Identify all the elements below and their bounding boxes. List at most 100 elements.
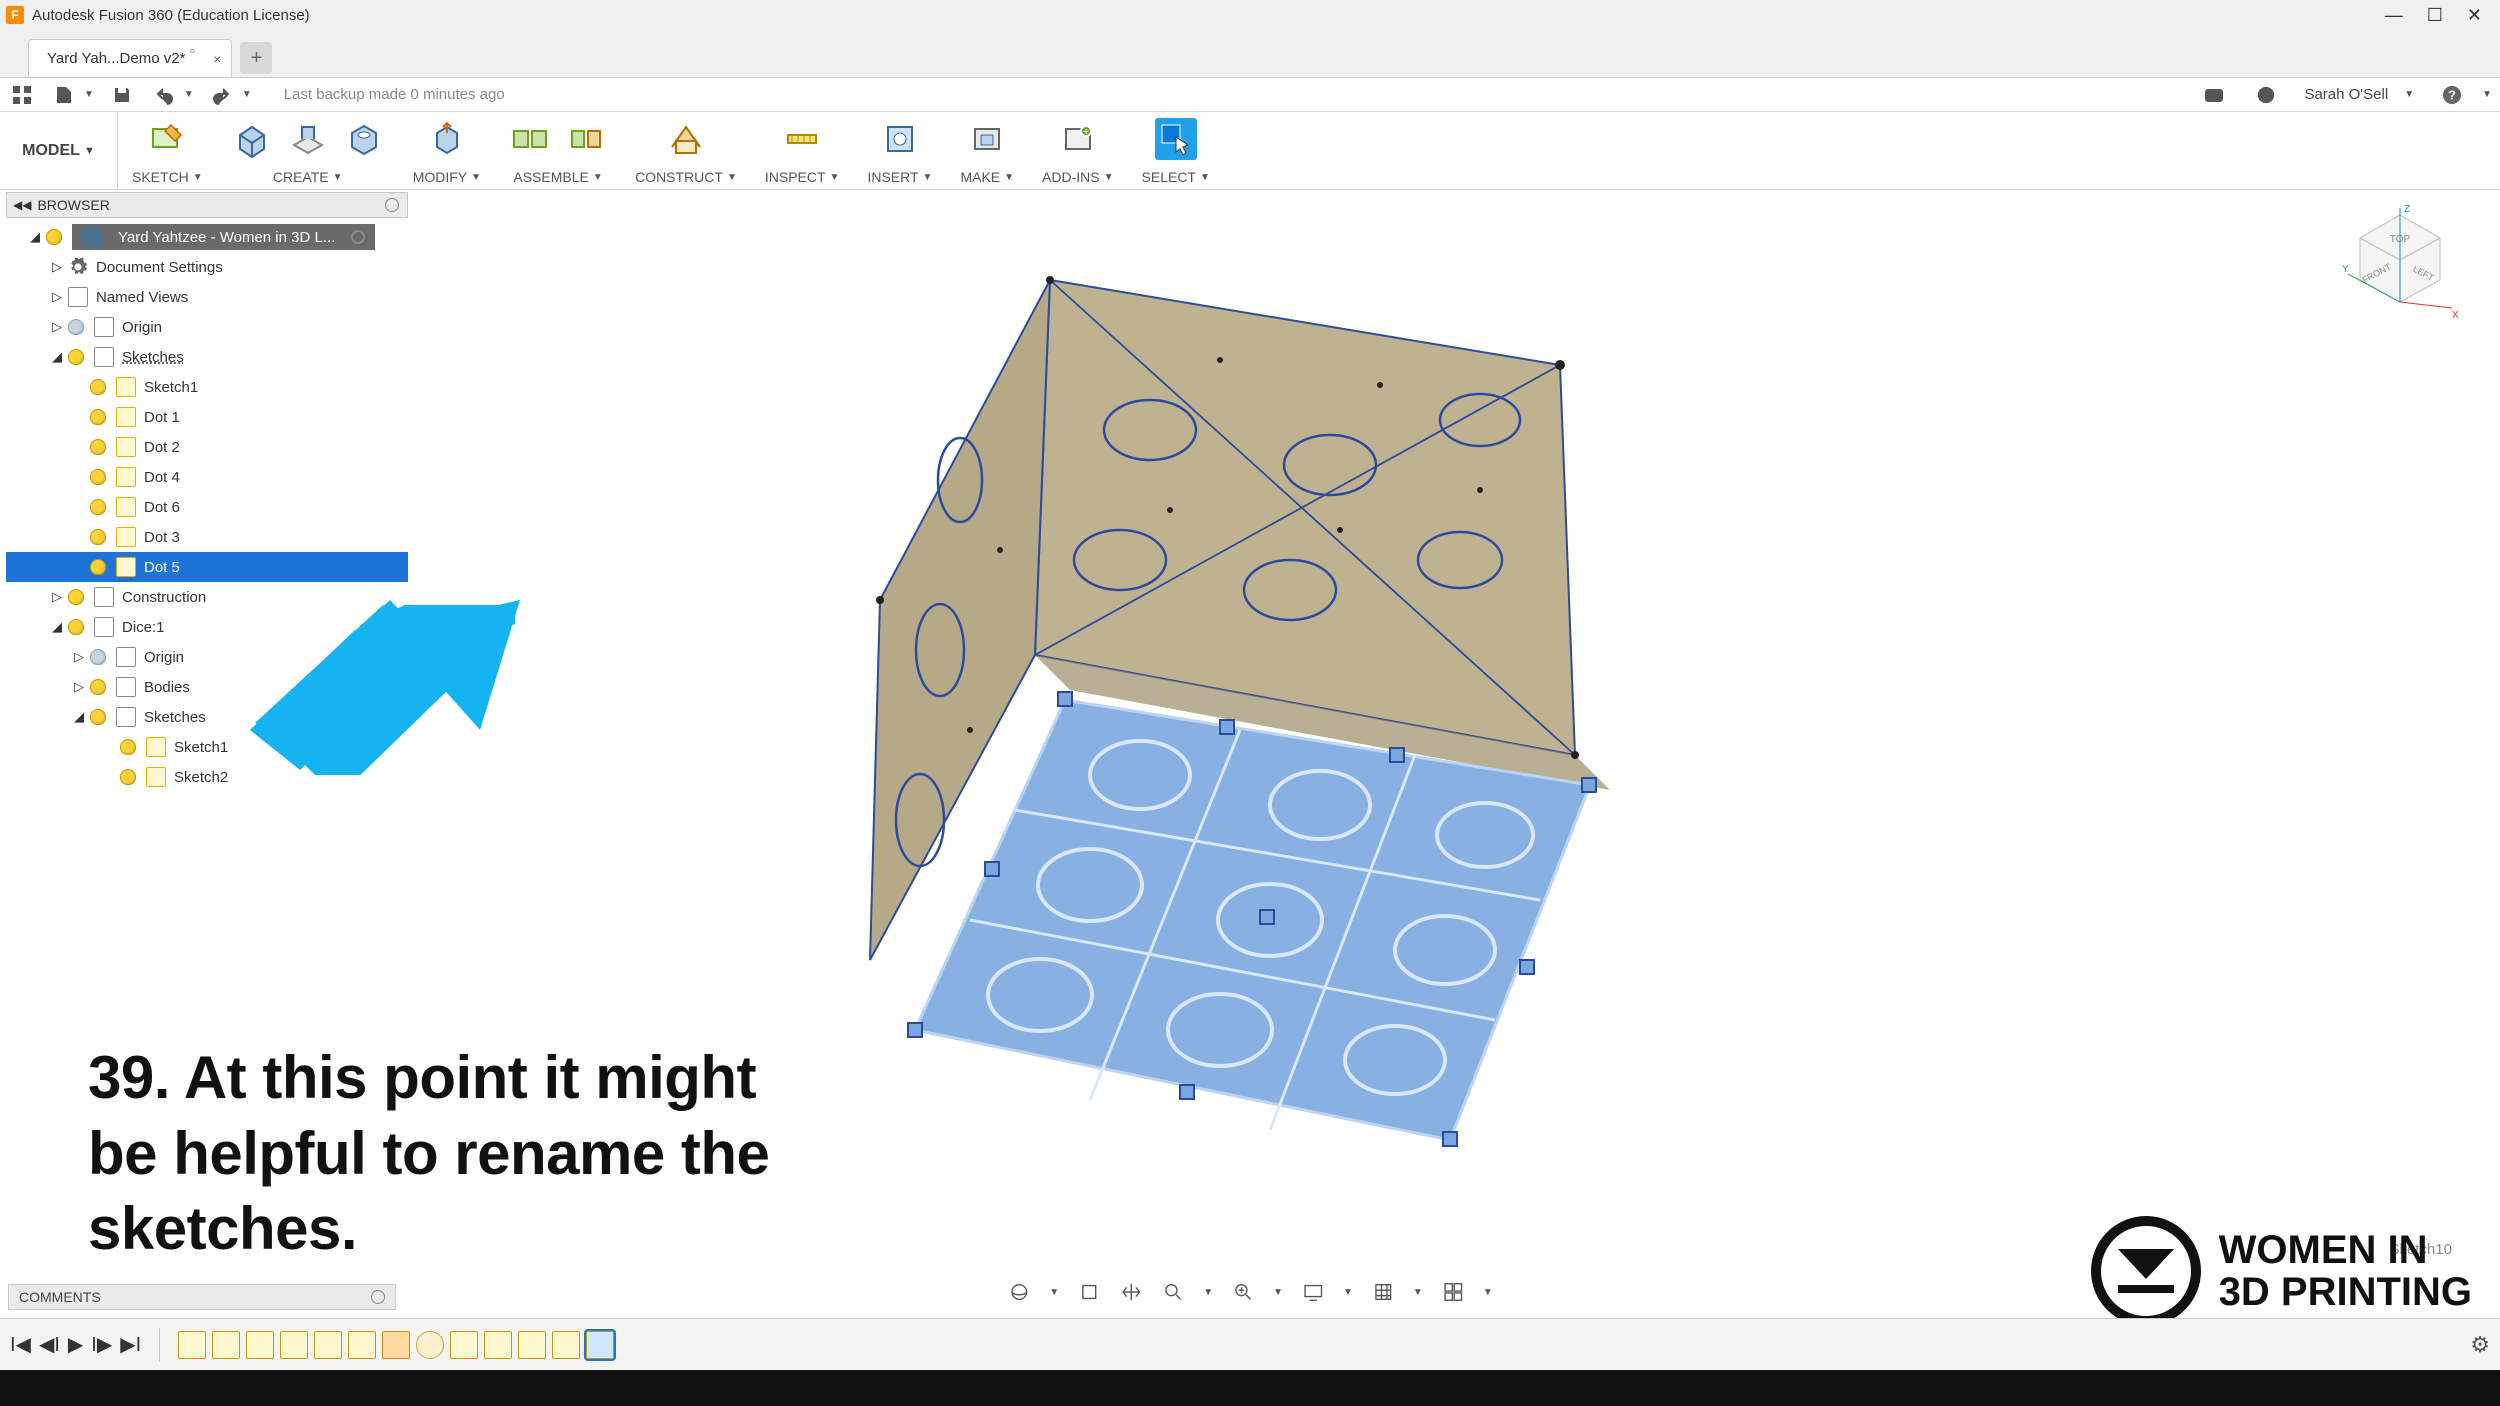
ribbon-label-make[interactable]: MAKE▼: [960, 169, 1014, 185]
comments-label: COMMENTS: [19, 1289, 101, 1305]
timeline-step[interactable]: [314, 1331, 342, 1359]
browser-header[interactable]: ◀◀ BROWSER: [6, 192, 408, 218]
pan-icon[interactable]: [1119, 1280, 1143, 1304]
timeline-step[interactable]: [178, 1331, 206, 1359]
construct-plane-icon[interactable]: [665, 118, 707, 160]
activate-radio[interactable]: [351, 230, 365, 244]
new-tab-button[interactable]: +: [240, 42, 272, 74]
timeline-start-icon[interactable]: I◀: [10, 1332, 31, 1357]
presentation-bottom-bar: [0, 1370, 2500, 1406]
minimize-button[interactable]: —: [2385, 5, 2403, 26]
timeline-end-icon[interactable]: ▶I: [120, 1332, 141, 1357]
file-icon[interactable]: [50, 84, 78, 106]
create-sketch-icon[interactable]: [146, 118, 188, 160]
timeline-step[interactable]: [552, 1331, 580, 1359]
browser-collapse-icon[interactable]: ◀◀: [13, 198, 31, 212]
ribbon-label-assemble[interactable]: ASSEMBLE▼: [513, 169, 602, 185]
timeline-step[interactable]: [246, 1331, 274, 1359]
timeline-settings-icon[interactable]: ⚙: [2470, 1332, 2490, 1358]
close-window-button[interactable]: ✕: [2467, 5, 2482, 26]
box-icon[interactable]: [231, 118, 273, 160]
browser-sketch-item[interactable]: Sketch1: [6, 372, 408, 402]
timeline-step-forward-icon[interactable]: I▶: [91, 1332, 112, 1357]
ribbon-label-create[interactable]: CREATE▼: [273, 169, 343, 185]
addins-icon[interactable]: +: [1057, 118, 1099, 160]
ribbon-group-assemble: ASSEMBLE▼: [495, 112, 621, 189]
timeline-step[interactable]: [416, 1331, 444, 1359]
timeline-step-active[interactable]: [586, 1331, 614, 1359]
fit-icon[interactable]: [1231, 1280, 1255, 1304]
select-icon[interactable]: [1155, 118, 1197, 160]
ribbon-label-addins[interactable]: ADD-INS▼: [1042, 169, 1113, 185]
grid-settings-icon[interactable]: [1371, 1280, 1395, 1304]
browser-origin[interactable]: ▷Origin: [6, 312, 408, 342]
ribbon-label-modify[interactable]: MODIFY▼: [413, 169, 481, 185]
joint-icon[interactable]: [509, 118, 551, 160]
browser-sketch-item[interactable]: Dot 1: [6, 402, 408, 432]
timeline-step[interactable]: [348, 1331, 376, 1359]
browser-sketch-item[interactable]: Dot 2: [6, 432, 408, 462]
quick-access-bar: ▼ ▼ ▼ Last backup made 0 minutes ago Sar…: [0, 78, 2500, 112]
timeline-step[interactable]: [280, 1331, 308, 1359]
timeline-step[interactable]: [450, 1331, 478, 1359]
browser-sketch-item-selected[interactable]: Dot 5: [6, 552, 408, 582]
display-settings-icon[interactable]: [1301, 1280, 1325, 1304]
extensions-icon[interactable]: [2200, 84, 2228, 106]
browser-root[interactable]: ◢ Yard Yahtzee - Women in 3D L...: [6, 222, 408, 252]
browser-pin-icon[interactable]: [385, 198, 399, 212]
document-tabs: Yard Yah...Demo v2* ° × +: [0, 30, 2500, 78]
navigation-bar: ▼ ▼ ▼ ▼ ▼ ▼: [995, 1276, 1504, 1308]
help-icon[interactable]: ?: [2438, 84, 2466, 106]
redo-icon[interactable]: [208, 84, 236, 106]
insert-derive-icon[interactable]: [879, 118, 921, 160]
zoom-icon[interactable]: [1161, 1280, 1185, 1304]
browser-sketch-item[interactable]: Dot 6: [6, 492, 408, 522]
timeline-step[interactable]: [382, 1331, 410, 1359]
press-pull-icon[interactable]: [426, 118, 468, 160]
3d-viewport-model[interactable]: [820, 230, 1680, 1150]
redo-dropdown-icon[interactable]: ▼: [242, 89, 252, 100]
job-status-icon[interactable]: [2252, 84, 2280, 106]
ribbon-label-select[interactable]: SELECT▼: [1142, 169, 1210, 185]
maximize-button[interactable]: ☐: [2427, 5, 2443, 26]
measure-icon[interactable]: [781, 118, 823, 160]
undo-dropdown-icon[interactable]: ▼: [184, 89, 194, 100]
comments-panel[interactable]: COMMENTS: [8, 1284, 396, 1310]
timeline-step[interactable]: [212, 1331, 240, 1359]
browser-sketch-item[interactable]: Dot 3: [6, 522, 408, 552]
ribbon-label-inspect[interactable]: INSPECT▼: [765, 169, 840, 185]
browser-title: BROWSER: [37, 197, 109, 213]
as-built-joint-icon[interactable]: [565, 118, 607, 160]
data-panel-icon[interactable]: [8, 84, 36, 106]
help-dropdown-icon[interactable]: ▼: [2482, 89, 2492, 100]
ribbon-label-insert[interactable]: INSERT▼: [867, 169, 932, 185]
timeline-play-icon[interactable]: ▶: [68, 1332, 83, 1357]
canvas[interactable]: ◀◀ BROWSER ◢ Yard Yahtzee - Women in 3D …: [0, 190, 2500, 1318]
look-at-icon[interactable]: [1077, 1280, 1101, 1304]
save-icon[interactable]: [108, 84, 136, 106]
workspace-switcher[interactable]: MODEL▼: [0, 112, 118, 189]
3d-print-icon[interactable]: [966, 118, 1008, 160]
hole-icon[interactable]: [343, 118, 385, 160]
browser-doc-settings[interactable]: ▷ Document Settings: [6, 252, 408, 282]
browser-named-views[interactable]: ▷Named Views: [6, 282, 408, 312]
tab-close-icon[interactable]: ×: [213, 51, 221, 67]
document-tab-active[interactable]: Yard Yah...Demo v2* ° ×: [28, 39, 232, 77]
file-dropdown-icon[interactable]: ▼: [84, 89, 94, 100]
browser-sketch-item[interactable]: Dot 4: [6, 462, 408, 492]
timeline-step-back-icon[interactable]: ◀I: [39, 1332, 60, 1357]
orbit-icon[interactable]: [1007, 1280, 1031, 1304]
user-dropdown-icon[interactable]: ▼: [2404, 89, 2414, 100]
timeline-step[interactable]: [484, 1331, 512, 1359]
ribbon-group-insert: INSERT▼: [853, 112, 946, 189]
extrude-icon[interactable]: [287, 118, 329, 160]
viewport-layout-icon[interactable]: [1441, 1280, 1465, 1304]
timeline-step[interactable]: [518, 1331, 546, 1359]
ribbon-label-sketch[interactable]: SKETCH▼: [132, 169, 203, 185]
view-cube[interactable]: TOP FRONT LEFT Z Y X: [2340, 200, 2460, 320]
user-name[interactable]: Sarah O'Sell: [2304, 86, 2388, 103]
ribbon-label-construct[interactable]: CONSTRUCT▼: [635, 169, 737, 185]
browser-sketches[interactable]: ◢Sketches: [6, 342, 408, 372]
undo-icon[interactable]: [150, 84, 178, 106]
comments-pin-icon[interactable]: [371, 1290, 385, 1304]
